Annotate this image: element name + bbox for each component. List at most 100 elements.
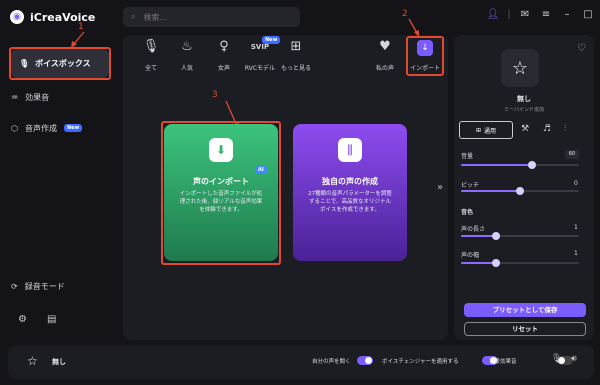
- equalizer-icon: ⫼: [338, 138, 362, 162]
- card-title: 声のインポート: [193, 177, 249, 186]
- pitch-slider-fill: [461, 190, 520, 192]
- maximize-icon[interactable]: □: [581, 9, 595, 20]
- length-value: 1: [574, 224, 578, 231]
- apply-changer-label: ボイスチェンジャーを適用する: [382, 359, 459, 365]
- logo-icon: ◉: [10, 10, 24, 24]
- sidebar-item-label: ボイスボックス: [35, 59, 91, 68]
- minimize-icon[interactable]: –: [560, 9, 574, 20]
- category-all[interactable]: 🎙︎ 全て: [132, 39, 170, 73]
- category-label: 人気: [180, 65, 193, 72]
- star-slash-icon: ☆: [511, 57, 529, 79]
- category-more[interactable]: ⊞ もっと見る: [277, 39, 315, 73]
- magic-wand-icon[interactable]: ⚒: [521, 124, 529, 134]
- length-slider-fill: [461, 235, 497, 237]
- cube-icon: ⬡: [11, 123, 18, 133]
- category-my-voice[interactable]: ♥ 私の声: [366, 39, 404, 73]
- save-preset-button[interactable]: プリセットとして保存: [464, 303, 586, 317]
- hear-self-toggle[interactable]: [357, 356, 373, 365]
- width-slider[interactable]: [461, 259, 579, 267]
- heart-icon: ♥: [379, 39, 391, 54]
- voice-name: 無し: [517, 95, 531, 103]
- grid-icon: ⊞: [290, 39, 302, 54]
- category-label: インポート: [409, 65, 440, 72]
- import-icon: ↓: [417, 40, 433, 56]
- mail-icon[interactable]: ✉: [518, 9, 532, 20]
- favorite-icon[interactable]: ♡: [577, 43, 586, 54]
- document-icon[interactable]: ▤: [47, 314, 56, 325]
- voice-sub-label: ミーバインド追加: [504, 107, 544, 113]
- star-slash-icon: ☆: [27, 354, 38, 368]
- category-rvc[interactable]: SVIP RVCモデル: [241, 40, 279, 72]
- microphone-icon: 🎙︎: [19, 59, 30, 68]
- category-label: RVCモデル: [244, 65, 276, 72]
- volume-slider-fill: [461, 164, 532, 166]
- ai-badge: AI: [255, 166, 267, 174]
- speaker-icon[interactable]: 🔊︎: [571, 354, 577, 364]
- tab-general[interactable]: ⊞ 通用: [459, 121, 513, 139]
- length-slider[interactable]: [461, 232, 579, 240]
- annotation-label-3: 3: [212, 90, 218, 100]
- timbre-section-label: 音色: [461, 209, 474, 216]
- annotation-arrow-2: [408, 18, 419, 37]
- category-label: 私の声: [375, 65, 394, 72]
- current-voice-name: 無し: [52, 358, 66, 366]
- bg-effect-label: 背景効果音: [489, 359, 517, 365]
- new-badge: New: [63, 124, 83, 132]
- search-icon: ⌕: [131, 12, 136, 21]
- voice-avatar: ☆: [501, 49, 539, 87]
- card-title: 独自の声の作成: [322, 177, 378, 186]
- sliders-icon[interactable]: ⫶: [564, 124, 566, 134]
- music-note-icon[interactable]: ♬: [543, 124, 551, 134]
- tab-label: 通用: [484, 127, 497, 135]
- category-label: 全て: [144, 65, 157, 72]
- search-box[interactable]: ⌕ 検索...: [123, 7, 300, 27]
- category-label: もっと見る: [280, 65, 311, 72]
- pitch-label: ピッチ: [461, 182, 480, 189]
- search-input[interactable]: 検索...: [143, 12, 167, 23]
- app-title: iCreaVoice: [30, 10, 96, 24]
- volume-slider-knob[interactable]: [527, 161, 536, 169]
- pitch-value: 0: [574, 180, 578, 187]
- create-voice-card[interactable]: ⫼ 独自の声の作成 27種類の音声パラメーターを調整することで、高品質なオリジナ…: [293, 124, 407, 261]
- pitch-slider-knob[interactable]: [516, 187, 524, 195]
- female-icon: ♀: [219, 39, 229, 54]
- divider: |: [507, 9, 511, 20]
- width-slider-fill: [461, 262, 497, 264]
- volume-value: 60: [565, 150, 579, 159]
- import-voice-card[interactable]: ⬇ AI 声のインポート インポートした音声ファイルが処理された後、個リアルな音…: [164, 124, 278, 261]
- category-label: 女声: [217, 65, 230, 72]
- record-mode-label: 録音モード: [24, 281, 65, 291]
- volume-slider[interactable]: [461, 161, 579, 169]
- grid-icon: ⊞: [475, 126, 481, 134]
- sidebar-item-voicebox[interactable]: 🎙︎ ボイスボックス: [11, 49, 109, 78]
- record-mode-button[interactable]: ⟳ 録音モード: [11, 277, 65, 295]
- sound-effect-icon: ♒: [11, 92, 19, 102]
- expand-panel-icon[interactable]: »: [437, 182, 443, 193]
- pitch-slider[interactable]: [461, 187, 579, 195]
- length-label: 声の長さ: [461, 226, 486, 233]
- width-label: 声の幅: [461, 252, 480, 259]
- sidebar-item-label: 音声作成: [24, 123, 57, 133]
- settings-icon[interactable]: ⚙: [18, 314, 27, 325]
- annotation-arrow-1: [71, 31, 85, 48]
- category-female[interactable]: ♀ 女声: [205, 39, 243, 73]
- sidebar-item-label: 効果音: [25, 92, 50, 102]
- width-value: 1: [574, 250, 578, 257]
- card-description: インポートした音声ファイルが処理された後、個リアルな音声効果を体験できます。: [179, 191, 263, 213]
- menu-icon[interactable]: ≡: [539, 9, 553, 20]
- category-popular[interactable]: ♨ 人気: [168, 39, 206, 73]
- hear-self-label: 自分の声を聞く: [312, 359, 351, 365]
- microphone-icon[interactable]: 🎙︎: [551, 354, 562, 364]
- reset-button[interactable]: リセット: [464, 322, 586, 336]
- window-controls: 👤︎ | ✉ ≡ – □ ✕: [486, 9, 600, 20]
- volume-label: 音量: [461, 153, 474, 160]
- category-import[interactable]: ↓ インポート: [406, 40, 444, 72]
- fire-icon: ♨: [181, 39, 193, 54]
- sidebar-item-voice-creation[interactable]: ⬡ 音声作成 New: [11, 119, 83, 137]
- user-icon[interactable]: 👤︎: [486, 9, 500, 20]
- microphone-icon: 🎙︎: [142, 39, 160, 54]
- sidebar-item-sound-effects[interactable]: ♒ 効果音: [11, 88, 49, 106]
- record-icon: ⟳: [11, 281, 18, 291]
- card-description: 27種類の音声パラメーターを調整することで、高品質なオリジナルボイスを作成できま…: [308, 191, 392, 213]
- import-voice-icon: ⬇: [209, 138, 233, 162]
